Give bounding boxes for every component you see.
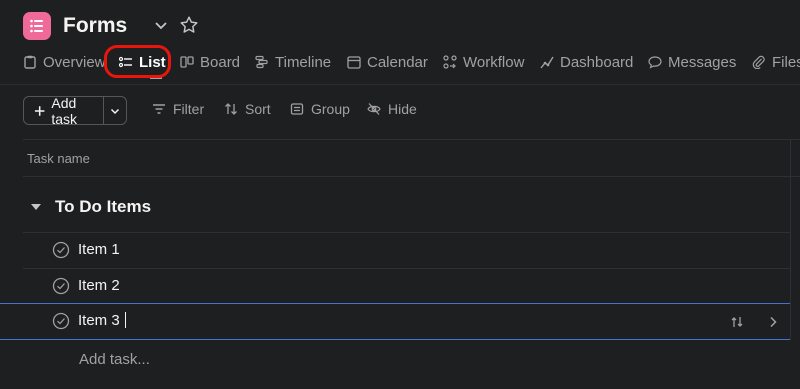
tab-label: Files [772,53,800,71]
add-task-button-group: Add task [23,94,127,127]
eye-off-icon [367,103,381,115]
paperclip-icon [752,55,765,69]
calendar-icon [347,56,361,69]
tab-timeline[interactable]: Timeline [255,48,331,76]
tab-board[interactable]: Board [180,48,240,76]
group-label: Group [311,101,350,117]
tab-label: Messages [668,53,737,71]
tab-label: Board [200,53,241,71]
add-task-inline[interactable]: Add task... [79,351,150,368]
tab-label: Dashboard [560,53,634,71]
table-divider [23,139,800,140]
star-icon[interactable] [178,14,200,36]
task-name-text: Item 3 [78,312,120,329]
task-name[interactable]: Item 1 [78,241,120,258]
table-divider [23,176,800,177]
tab-dashboard[interactable]: Dashboard [540,48,633,76]
filter-label: Filter [173,101,205,117]
task-row[interactable]: Item 1 [23,233,790,268]
clipboard-icon [24,55,36,69]
add-task-button[interactable]: Add task [24,94,103,127]
annotation-highlight [104,45,171,78]
tab-files[interactable]: Files [752,48,800,76]
header-divider [0,84,800,85]
task-name-input[interactable]: Item 3 [78,312,126,329]
filter-icon [153,104,165,114]
check-circle-icon[interactable] [52,241,70,259]
hide-label: Hide [388,101,417,117]
tab-workflow[interactable]: Workflow [443,48,524,76]
text-cursor [124,312,126,328]
task-row-selected[interactable]: Item 3 [23,304,790,339]
check-circle-icon[interactable] [52,277,70,295]
chevron-right-icon[interactable] [765,314,781,330]
task-row[interactable]: Item 2 [23,269,790,304]
board-icon [180,56,194,68]
section-title[interactable]: To Do Items [55,197,151,217]
project-icon[interactable] [23,12,51,40]
sort-button[interactable]: Sort [224,101,271,117]
plus-icon [34,105,45,116]
project-title[interactable]: Forms [63,12,127,40]
tab-messages[interactable]: Messages [648,48,736,76]
tab-label: Overview [43,53,106,71]
tab-calendar[interactable]: Calendar [347,48,428,76]
caret-down-icon[interactable] [30,202,42,212]
group-icon [290,103,304,115]
task-name[interactable]: Item 2 [78,277,120,294]
column-divider [790,140,791,340]
tab-overview[interactable]: Overview [23,48,106,76]
column-header-task-name[interactable]: Task name [27,151,90,166]
add-task-label: Add task [51,94,78,127]
tab-label: Workflow [463,53,525,71]
workflow-icon [443,55,457,69]
list-icon [30,19,43,33]
timeline-icon [255,55,268,69]
dashboard-icon [540,56,554,69]
chevron-down-icon [110,108,120,114]
hide-button[interactable]: Hide [367,101,417,117]
group-button[interactable]: Group [290,101,350,117]
chevron-down-icon[interactable] [152,16,170,34]
tab-label: Timeline [275,53,332,71]
sort-label: Sort [245,101,271,117]
sort-icon [225,103,237,115]
check-circle-icon[interactable] [52,312,70,330]
tab-label: Calendar [367,53,428,71]
add-task-dropdown[interactable] [104,97,126,124]
drag-sort-icon[interactable] [729,314,745,330]
message-icon [648,56,662,69]
filter-button[interactable]: Filter [152,101,204,117]
